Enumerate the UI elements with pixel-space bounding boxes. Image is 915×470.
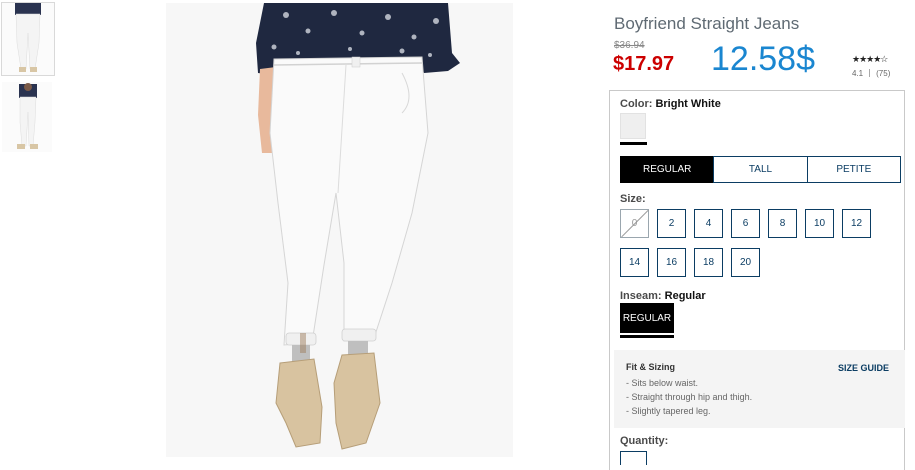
rating-summary[interactable]: 4.1 (75) xyxy=(852,69,890,78)
quantity-label: Quantity: xyxy=(620,435,669,447)
product-title: Boyfriend Straight Jeans xyxy=(614,14,800,33)
fit-bullet: - Sits below waist. xyxy=(626,378,699,388)
size-option-10[interactable]: 10 xyxy=(805,209,834,238)
thumbnail-full-length-image xyxy=(2,82,52,152)
size-option-4[interactable]: 4 xyxy=(694,209,723,238)
inseam-label-row: Inseam: Regular xyxy=(620,290,706,302)
inseam-label: Inseam: xyxy=(620,290,662,302)
size-option-14[interactable]: 14 xyxy=(620,248,649,277)
fit-tabs: REGULAR TALL PETITE xyxy=(620,156,901,183)
size-option-0[interactable]: 0 xyxy=(620,209,649,238)
fit-tab-tall[interactable]: TALL xyxy=(713,156,808,183)
quantity-selector[interactable] xyxy=(620,451,647,465)
fit-tab-regular[interactable]: REGULAR xyxy=(620,156,715,183)
size-option-2[interactable]: 2 xyxy=(657,209,686,238)
thumbnail-front-image xyxy=(2,3,54,75)
size-option-16[interactable]: 16 xyxy=(657,248,686,277)
promo-price: 12.58$ xyxy=(711,40,815,78)
review-count[interactable]: (75) xyxy=(876,69,890,78)
fit-sizing-box: Fit & Sizing SIZE GUIDE - Sits below wai… xyxy=(614,350,905,428)
thumbnail-full-length[interactable] xyxy=(2,82,52,152)
fit-bullet: - Straight through hip and thigh. xyxy=(626,392,753,402)
fit-bullet: - Slightly tapered leg. xyxy=(626,406,711,416)
size-option-6[interactable]: 6 xyxy=(731,209,760,238)
main-product-image xyxy=(166,3,513,457)
size-option-8[interactable]: 8 xyxy=(768,209,797,238)
rating-value: 4.1 xyxy=(852,69,864,78)
thumbnail-front[interactable] xyxy=(1,2,55,76)
color-label: Color: xyxy=(620,98,653,110)
size-label: Size: xyxy=(620,193,646,205)
inseam-option-regular[interactable]: REGULAR xyxy=(620,303,674,333)
color-value: Bright White xyxy=(655,98,721,110)
size-option-12[interactable]: 12 xyxy=(842,209,871,238)
fit-sizing-list: - Sits below waist. - Straight through h… xyxy=(626,376,752,418)
size-guide-link[interactable]: SIZE GUIDE xyxy=(838,363,889,373)
fit-sizing-title: Fit & Sizing xyxy=(626,362,675,372)
size-option-18[interactable]: 18 xyxy=(694,248,723,277)
color-swatch-bright-white[interactable] xyxy=(620,113,646,139)
color-swatch-selected-indicator xyxy=(620,142,647,145)
inseam-selected-indicator xyxy=(620,335,674,338)
color-label-row: Color: Bright White xyxy=(620,98,721,110)
sale-price: $17.97 xyxy=(613,53,675,75)
original-price: $36.94 xyxy=(614,40,645,51)
fit-tab-petite[interactable]: PETITE xyxy=(806,156,901,183)
inseam-value: Regular xyxy=(664,290,706,302)
size-option-20[interactable]: 20 xyxy=(731,248,760,277)
rating-divider xyxy=(869,69,871,77)
rating-stars-icon[interactable]: ★★★★☆ xyxy=(852,54,888,65)
